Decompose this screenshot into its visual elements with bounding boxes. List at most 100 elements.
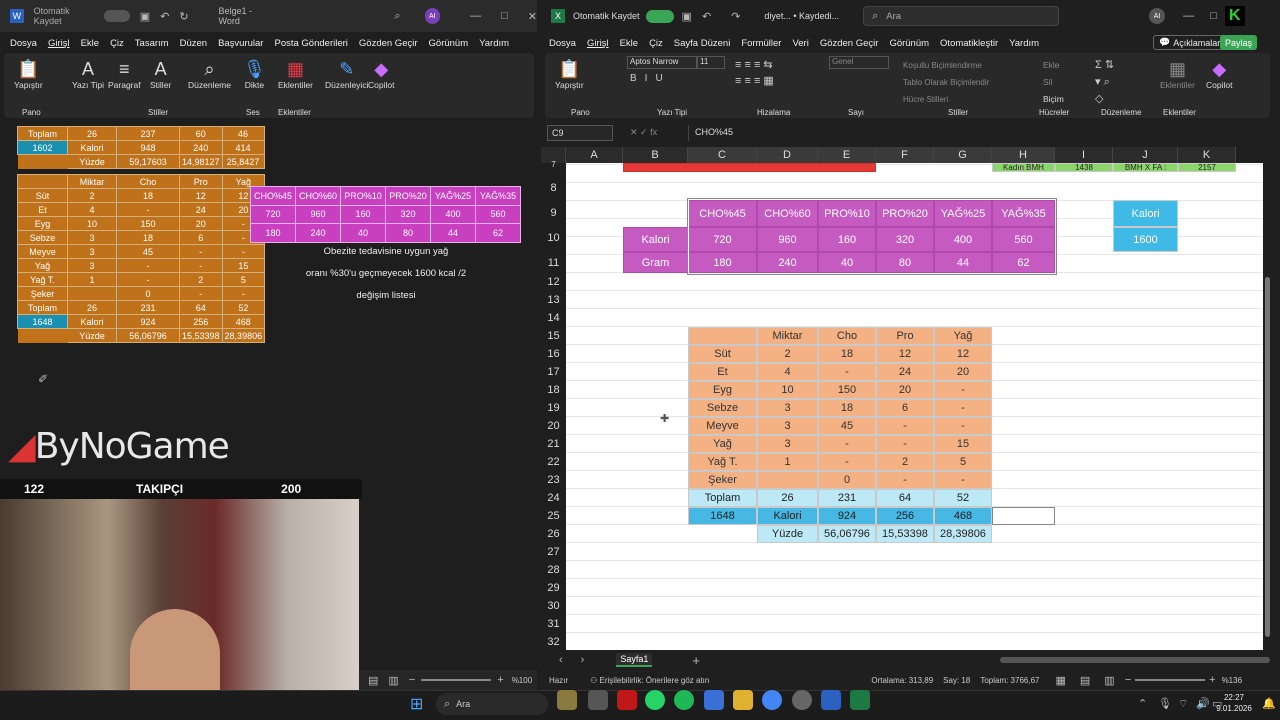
excel-copilot-button[interactable]: ◆ Copilot (1206, 58, 1232, 90)
format-cells-button[interactable]: Biçim (1043, 91, 1064, 108)
taskbar-app-opera[interactable] (617, 690, 637, 710)
print-layout-icon[interactable]: ▥ (388, 674, 398, 687)
cell-d26[interactable]: Yüzde (757, 525, 818, 543)
cell-g17[interactable]: 20 (934, 363, 992, 381)
cell-i7[interactable]: 1438 (1055, 163, 1113, 172)
cell-c20[interactable]: Meyve (688, 417, 757, 435)
cell-g26[interactable]: 28,39806 (934, 525, 992, 543)
row-header-31[interactable]: 31 (541, 618, 566, 630)
accessibility-status[interactable]: ⚇ Erişilebilirlik: Önerilere göz atın (590, 676, 709, 685)
formula-controls-icon[interactable]: ✕ ✓ fx (630, 127, 657, 138)
delete-cells-button[interactable]: Sil (1043, 74, 1064, 91)
cell-h25[interactable] (992, 507, 1055, 525)
cell-j9[interactable]: Kalori (1113, 200, 1178, 227)
cell-e22[interactable]: - (818, 453, 876, 471)
excel-menu-veri[interactable]: Veri (792, 38, 808, 49)
word-menu-giris[interactable]: Girişl (48, 38, 70, 49)
cell-e25[interactable]: 924 (818, 507, 876, 525)
word-menu-gozden[interactable]: Gözden Geçir (359, 38, 418, 49)
col-header-i[interactable]: I (1055, 147, 1113, 163)
cell-e24[interactable]: 231 (818, 489, 876, 507)
taskbar-app-word[interactable] (821, 690, 841, 710)
excel-zoom-in-icon[interactable]: + (1209, 674, 1215, 686)
excel-addins-button[interactable]: ▦ Eklentiler (1160, 58, 1195, 90)
row-header-18[interactable]: 18 (541, 384, 566, 396)
row-header-22[interactable]: 22 (541, 456, 566, 468)
row-header-10[interactable]: 10 (541, 232, 566, 244)
page-layout-icon[interactable]: ▤ (1080, 674, 1090, 687)
cell-d24[interactable]: 26 (757, 489, 818, 507)
cell-f26[interactable]: 15,53398 (876, 525, 934, 543)
row-header-8[interactable]: 8 (541, 182, 566, 194)
excel-maximize-icon[interactable]: □ (1210, 10, 1217, 22)
col-header-j[interactable]: J (1113, 147, 1178, 163)
excel-menu-otomatik[interactable]: Otomatikleştir (940, 38, 998, 49)
cell-g16[interactable]: 12 (934, 345, 992, 363)
taskbar-clock[interactable]: 22:27 9.01.2026 (1214, 692, 1254, 714)
col-header-g[interactable]: G (934, 147, 992, 163)
comments-button[interactable]: 💬 Açıklamalar (1153, 35, 1227, 50)
excel-menu-gorunum[interactable]: Görünüm (889, 38, 929, 49)
font-style-buttons[interactable]: BIU (630, 73, 671, 84)
cell-d19[interactable]: 3 (757, 399, 818, 417)
cell-styles-button[interactable]: Hücre Stilleri (903, 91, 989, 108)
row-header-26[interactable]: 26 (541, 528, 566, 540)
cell-c21[interactable]: Yağ (688, 435, 757, 453)
cell-j7[interactable]: BMH X FA : (1113, 163, 1178, 172)
word-autosave-toggle[interactable] (104, 10, 130, 22)
cell-g24[interactable]: 52 (934, 489, 992, 507)
row-header-7[interactable]: 7 (541, 160, 566, 168)
excel-menu-ciz[interactable]: Çiz (649, 38, 663, 49)
tray-volume-icon[interactable]: 🔊 (1196, 697, 1210, 710)
cell-g15[interactable]: Yağ (934, 327, 992, 345)
col-header-h[interactable]: H (992, 147, 1055, 163)
cell-g20[interactable]: - (934, 417, 992, 435)
cell-f20[interactable]: - (876, 417, 934, 435)
share-button[interactable]: Paylaş (1220, 35, 1258, 50)
word-search-icon[interactable]: ⌕ (394, 10, 400, 23)
cell-d20[interactable]: 3 (757, 417, 818, 435)
word-addins-button[interactable]: ▦ Eklentiler (278, 58, 313, 90)
word-menu-ciz[interactable]: Çiz (110, 38, 124, 49)
word-editor-button[interactable]: ✎ Düzenleyici (325, 58, 368, 90)
taskbar-app-excel[interactable] (850, 690, 870, 710)
word-paragraph-button[interactable]: ≡ Paragraf (108, 58, 141, 90)
formula-input[interactable]: CHO%45 (688, 125, 1270, 141)
minimize-icon[interactable]: — (470, 10, 481, 22)
cell-f25[interactable]: 256 (876, 507, 934, 525)
cell-f23[interactable]: - (876, 471, 934, 489)
excel-menu-formuller[interactable]: Formüller (741, 38, 781, 49)
cell-d18[interactable]: 10 (757, 381, 818, 399)
cell-d23[interactable] (757, 471, 818, 489)
zoom-out-icon[interactable]: − (409, 674, 415, 686)
word-font-button[interactable]: A Yazı Tipi (72, 58, 104, 90)
row-header-15[interactable]: 15 (541, 330, 566, 342)
format-as-table-button[interactable]: Tablo Olarak Biçimlendir (903, 74, 989, 91)
excel-avatar[interactable]: AI (1149, 8, 1166, 24)
cell-c15[interactable] (688, 327, 757, 345)
word-menu-basvurular[interactable]: Başvurular (218, 38, 263, 49)
cell-e18[interactable]: 150 (818, 381, 876, 399)
cell-f17[interactable]: 24 (876, 363, 934, 381)
col-header-a[interactable]: A (566, 147, 623, 163)
row-header-20[interactable]: 20 (541, 420, 566, 432)
editing-group[interactable]: Σ ⇅ ▾ ⌕ ◇ (1095, 57, 1114, 108)
cell-f24[interactable]: 64 (876, 489, 934, 507)
taskbar-app-store[interactable] (704, 690, 724, 710)
maximize-icon[interactable]: □ (501, 10, 508, 22)
cell-e26[interactable]: 56,06796 (818, 525, 876, 543)
tray-mic-icon[interactable]: 🎙 (1158, 697, 1172, 710)
cell-g23[interactable]: - (934, 471, 992, 489)
excel-menu-giris[interactable]: Girişl (587, 38, 609, 49)
cell-g25[interactable]: 468 (934, 507, 992, 525)
word-menu-ekle[interactable]: Ekle (81, 38, 99, 49)
font-name-select[interactable]: Aptos Narrow (627, 56, 697, 69)
row-header-13[interactable]: 13 (541, 294, 566, 306)
tray-wifi-icon[interactable]: ⌔ (1178, 697, 1188, 711)
cell-c16[interactable]: Süt (688, 345, 757, 363)
add-sheet-icon[interactable]: + (692, 653, 700, 668)
cell-c25[interactable]: 1648 (688, 507, 757, 525)
col-header-c[interactable]: C (688, 147, 757, 163)
cell-g22[interactable]: 5 (934, 453, 992, 471)
col-header-k[interactable]: K (1178, 147, 1236, 163)
